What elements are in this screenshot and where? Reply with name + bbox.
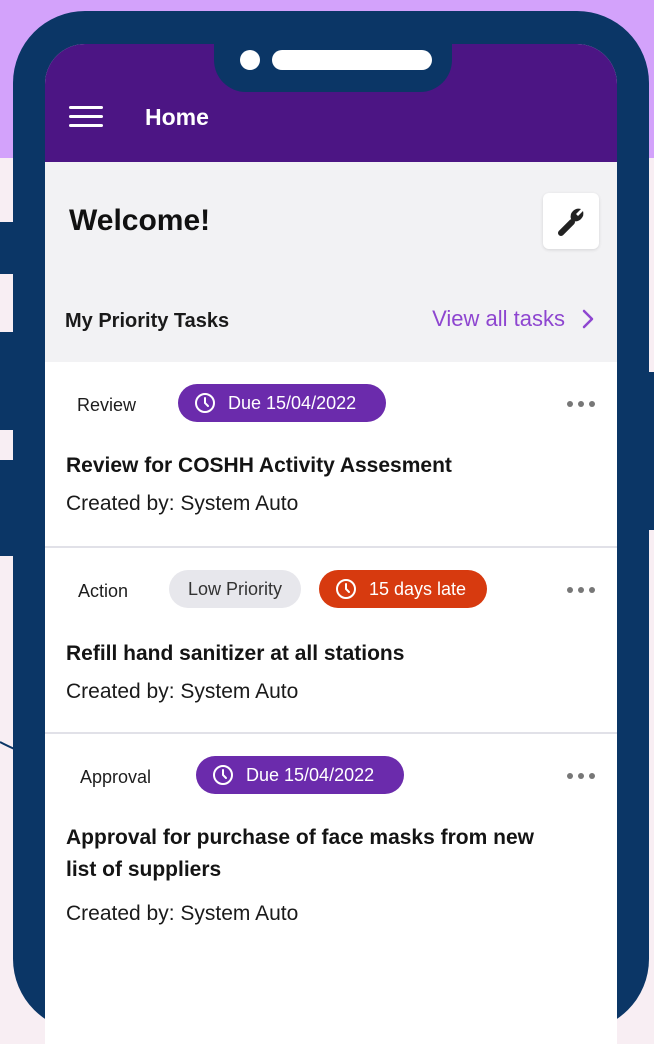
task-title: Review for COSHH Activity Assesment bbox=[66, 454, 452, 477]
overdue-text: 15 days late bbox=[369, 579, 467, 599]
task-created-by: Created by: System Auto bbox=[66, 902, 299, 925]
task-card[interactable]: Approval Due 15/04/2022 Approval for pur… bbox=[45, 734, 617, 1044]
task-type-label: Review bbox=[77, 395, 137, 415]
speaker-grille bbox=[272, 50, 432, 70]
task-card-header: Approval Due 15/04/2022 bbox=[45, 756, 617, 796]
clock-icon bbox=[195, 393, 215, 413]
task-card-header: Review Due 15/04/2022 bbox=[45, 384, 617, 424]
chevron-right-icon bbox=[582, 309, 594, 329]
task-created-by: Created by: System Auto bbox=[66, 680, 299, 703]
more-options-icon[interactable] bbox=[567, 401, 595, 407]
tools-button[interactable] bbox=[543, 193, 599, 249]
priority-badge: Low Priority bbox=[169, 570, 301, 608]
wrench-icon bbox=[558, 208, 584, 236]
camera-dot bbox=[240, 50, 260, 70]
more-options-icon[interactable] bbox=[567, 773, 595, 779]
task-type-label: Action bbox=[78, 581, 129, 601]
due-date-badge: Due 15/04/2022 bbox=[196, 756, 404, 794]
hamburger-icon[interactable] bbox=[69, 106, 103, 128]
due-date-text: Due 15/04/2022 bbox=[246, 765, 375, 785]
phone-screen: Home Welcome! My Priority Tasks View all… bbox=[45, 44, 617, 1044]
task-type-label: Approval bbox=[80, 767, 152, 787]
more-options-icon[interactable] bbox=[567, 587, 595, 593]
overdue-badge: 15 days late bbox=[319, 570, 487, 608]
phone-notch bbox=[214, 32, 452, 92]
task-created-by: Created by: System Auto bbox=[66, 492, 299, 515]
task-card[interactable]: Review Due 15/04/2022 Review for COSHH A… bbox=[45, 362, 617, 548]
welcome-heading: Welcome! bbox=[69, 204, 211, 237]
clock-icon bbox=[213, 765, 233, 785]
due-date-text: Due 15/04/2022 bbox=[228, 393, 357, 413]
priority-tasks-title: My Priority Tasks bbox=[65, 310, 230, 332]
view-all-label: View all tasks bbox=[432, 306, 565, 331]
task-card[interactable]: Action Low Priority 15 days late Refill … bbox=[45, 548, 617, 734]
task-title: Approval for purchase of face masks from… bbox=[66, 826, 534, 881]
due-date-badge: Due 15/04/2022 bbox=[178, 384, 386, 422]
task-title: Refill hand sanitizer at all stations bbox=[66, 642, 405, 665]
clock-icon bbox=[336, 579, 356, 599]
welcome-section: Welcome! My Priority Tasks View all task… bbox=[45, 162, 617, 362]
app-title: Home bbox=[145, 104, 209, 130]
task-card-header: Action Low Priority 15 days late bbox=[45, 570, 617, 610]
view-all-tasks-link[interactable]: View all tasks bbox=[432, 306, 599, 332]
